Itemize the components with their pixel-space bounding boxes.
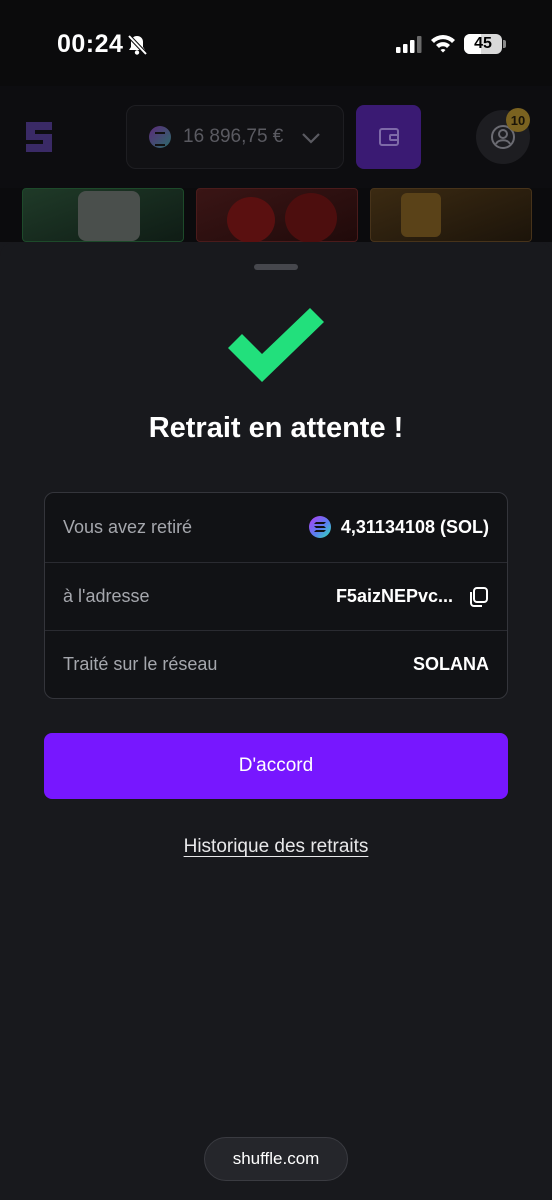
amount-label: Vous avez retiré xyxy=(63,516,193,537)
wallet-button[interactable] xyxy=(356,105,421,169)
sheet-grabber[interactable] xyxy=(254,264,298,270)
detail-row-address: à l'adresse F5aizNEPvc... xyxy=(45,562,507,630)
app-header: 16 896,75 € xyxy=(0,86,552,188)
signal-icon xyxy=(396,36,422,53)
amount-value-wrap: 4,31134108 (SOL) xyxy=(308,516,489,538)
status-time: 00:24 xyxy=(57,30,124,58)
block-image xyxy=(401,193,441,237)
balance-selector[interactable]: 16 896,75 € xyxy=(126,105,344,169)
network-label: Traité sur le réseau xyxy=(63,654,218,674)
game-tile-dice[interactable] xyxy=(22,188,184,242)
network-value: SOLANA xyxy=(413,654,489,674)
copy-icon[interactable] xyxy=(467,586,489,608)
shuffle-logo[interactable] xyxy=(22,118,56,156)
browser-url-pill[interactable]: shuffle.com xyxy=(204,1137,348,1181)
notification-badge: 10 xyxy=(506,108,530,132)
game-tile-blocks[interactable] xyxy=(370,188,532,242)
amount-value: 4,31134108 (SOL) xyxy=(340,516,489,537)
balance-amount: 16 896,75 € xyxy=(183,126,284,147)
apple-image xyxy=(227,197,275,242)
battery-percent: 45 xyxy=(474,35,492,52)
bell-slash-icon xyxy=(127,34,148,56)
address-value-wrap: F5aizNEPvc... xyxy=(336,586,489,608)
sheet-title: Retrait en attente ! xyxy=(148,412,404,444)
wallet-icon xyxy=(378,128,399,146)
withdrawal-details: Vous avez retiré 4,31134108 (SOL) à l'ad… xyxy=(44,492,508,699)
solana-icon xyxy=(149,126,171,148)
detail-row-network: Traité sur le réseau SOLANA xyxy=(45,630,507,698)
detail-row-amount: Vous avez retiré 4,31134108 (SOL) xyxy=(45,493,507,561)
withdrawal-history-link[interactable]: Historique des retraits xyxy=(0,836,552,858)
confirm-button[interactable]: D'accord xyxy=(44,733,508,799)
games-strip xyxy=(0,188,552,242)
apple-image xyxy=(285,193,337,242)
checkmark-icon xyxy=(228,308,324,382)
solana-icon xyxy=(308,516,331,538)
chevron-down-icon xyxy=(302,133,320,144)
battery-tip xyxy=(503,40,506,48)
address-label: à l'adresse xyxy=(63,586,150,606)
dice-image xyxy=(78,191,140,241)
status-bar: 00:24 45 xyxy=(0,0,552,86)
battery-icon: 45 xyxy=(464,34,502,54)
address-value: F5aizNEPvc... xyxy=(335,586,453,606)
wifi-icon xyxy=(431,35,455,53)
game-tile-apples[interactable] xyxy=(196,188,358,242)
withdrawal-sheet: Retrait en attente ! Vous avez retiré 4,… xyxy=(0,242,552,1200)
